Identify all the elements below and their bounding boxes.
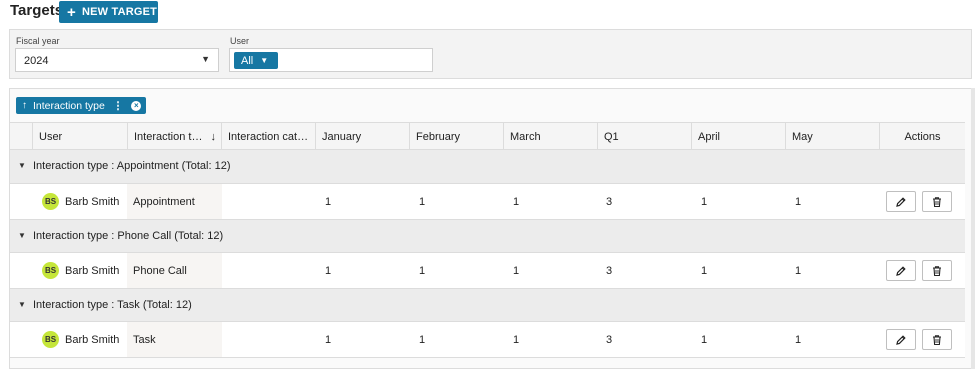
group-by-chip[interactable]: ↑ Interaction type ⋮ × — [16, 97, 146, 114]
column-label: Q1 — [604, 131, 619, 143]
interaction-category-cell — [221, 253, 316, 288]
january-cell: 1 — [325, 333, 332, 346]
column-header-february[interactable]: February — [409, 123, 504, 151]
arrow-up-icon: ↑ — [22, 100, 27, 111]
interaction-type-cell: Phone Call — [127, 253, 222, 288]
april-cell: 1 — [701, 195, 708, 208]
fiscal-year-value: 2024 — [24, 55, 49, 67]
column-header-user[interactable]: User — [32, 123, 128, 151]
avatar: BS — [42, 193, 59, 210]
april-cell: 1 — [701, 333, 708, 346]
march-cell: 1 — [513, 195, 520, 208]
group-by-label: Interaction type — [33, 99, 105, 112]
table-row[interactable]: BS Barb Smith Appointment 1 1 1 3 1 1 — [10, 183, 965, 220]
caret-down-icon: ▼ — [201, 54, 210, 64]
column-label: May — [792, 131, 813, 143]
user-cell: BS Barb Smith — [36, 184, 128, 219]
q1-cell: 3 — [606, 264, 613, 277]
edit-button[interactable] — [886, 329, 916, 350]
q1-cell: 3 — [606, 333, 613, 346]
page-title: Targets — [10, 2, 64, 19]
march-cell: 1 — [513, 264, 520, 277]
column-label: Actions — [904, 131, 941, 143]
delete-button[interactable] — [922, 260, 952, 281]
column-label: March — [510, 131, 541, 143]
arrow-down-icon: ↓ — [210, 131, 216, 143]
trash-icon — [933, 196, 941, 207]
new-target-label: NEW TARGET — [81, 6, 158, 18]
grid-header-row: User Interaction t… ↓ Interaction cat… J… — [10, 122, 965, 151]
april-cell: 1 — [701, 264, 708, 277]
may-cell: 1 — [795, 195, 802, 208]
avatar: BS — [42, 262, 59, 279]
caret-down-icon: ▼ — [260, 56, 269, 65]
group-title: Interaction type : Phone Call (Total: 12… — [33, 230, 224, 242]
column-label: User — [39, 131, 63, 143]
trash-icon — [933, 265, 941, 276]
caret-down-icon[interactable]: ▼ — [18, 231, 26, 240]
column-header-q1[interactable]: Q1 — [597, 123, 692, 151]
user-chip-label: All — [241, 54, 254, 67]
table-row[interactable]: BS Barb Smith Phone Call 1 1 1 3 1 1 — [10, 252, 965, 289]
delete-button[interactable] — [922, 191, 952, 212]
february-cell: 1 — [419, 195, 426, 208]
column-label: Interaction cat… — [228, 131, 309, 143]
edit-button[interactable] — [886, 260, 916, 281]
new-target-button[interactable]: + NEW TARGET — [59, 1, 158, 23]
group-title: Interaction type : Appointment (Total: 1… — [33, 160, 231, 172]
user-cell: BS Barb Smith — [36, 253, 128, 288]
delete-button[interactable] — [922, 329, 952, 350]
user-chip-all[interactable]: All ▼ — [234, 52, 278, 69]
caret-down-icon[interactable]: ▼ — [18, 161, 26, 170]
pencil-icon — [896, 265, 906, 276]
column-header-april[interactable]: April — [691, 123, 786, 151]
pencil-icon — [896, 196, 906, 207]
trash-icon — [933, 334, 941, 345]
plus-icon: + — [67, 3, 76, 21]
january-cell: 1 — [325, 195, 332, 208]
may-cell: 1 — [795, 264, 802, 277]
user-name: Barb Smith — [65, 195, 120, 208]
user-name: Barb Smith — [65, 333, 120, 346]
column-header-actions: Actions — [879, 123, 965, 151]
close-circle-icon[interactable]: × — [131, 100, 142, 111]
column-label: February — [416, 131, 461, 143]
user-cell: BS Barb Smith — [36, 322, 128, 357]
edit-button[interactable] — [886, 191, 916, 212]
avatar: BS — [42, 331, 59, 348]
interaction-type-cell: Task — [127, 322, 222, 357]
q1-cell: 3 — [606, 195, 613, 208]
column-header-interaction-type[interactable]: Interaction t… ↓ — [127, 123, 222, 151]
column-header-may[interactable]: May — [785, 123, 880, 151]
group-row-phone-call[interactable]: ▼ Interaction type : Phone Call (Total: … — [10, 220, 965, 253]
column-header-january[interactable]: January — [315, 123, 410, 151]
group-row-appointment[interactable]: ▼ Interaction type : Appointment (Total:… — [10, 150, 965, 183]
column-label: January — [322, 131, 362, 143]
group-title: Interaction type : Task (Total: 12) — [33, 299, 192, 311]
pencil-icon — [896, 334, 906, 345]
interaction-category-cell — [221, 184, 316, 219]
user-filter-label: User — [230, 36, 250, 46]
fiscal-year-select[interactable]: 2024 ▼ — [15, 48, 219, 72]
grid-scrollbar[interactable] — [971, 88, 975, 369]
column-header-march[interactable]: March — [503, 123, 598, 151]
group-row-task[interactable]: ▼ Interaction type : Task (Total: 12) — [10, 289, 965, 322]
column-label: April — [698, 131, 721, 143]
february-cell: 1 — [419, 333, 426, 346]
caret-down-icon[interactable]: ▼ — [18, 300, 26, 309]
column-label: Interaction t… — [134, 131, 203, 143]
may-cell: 1 — [795, 333, 802, 346]
january-cell: 1 — [325, 264, 332, 277]
interaction-category-cell — [221, 322, 316, 357]
user-name: Barb Smith — [65, 264, 120, 277]
column-header-interaction-category[interactable]: Interaction cat… — [221, 123, 316, 151]
march-cell: 1 — [513, 333, 520, 346]
february-cell: 1 — [419, 264, 426, 277]
interaction-type-cell: Appointment — [127, 184, 222, 219]
fiscal-year-label: Fiscal year — [16, 36, 60, 46]
kebab-icon[interactable]: ⋮ — [113, 100, 124, 112]
table-row[interactable]: BS Barb Smith Task 1 1 1 3 1 1 — [10, 321, 965, 358]
